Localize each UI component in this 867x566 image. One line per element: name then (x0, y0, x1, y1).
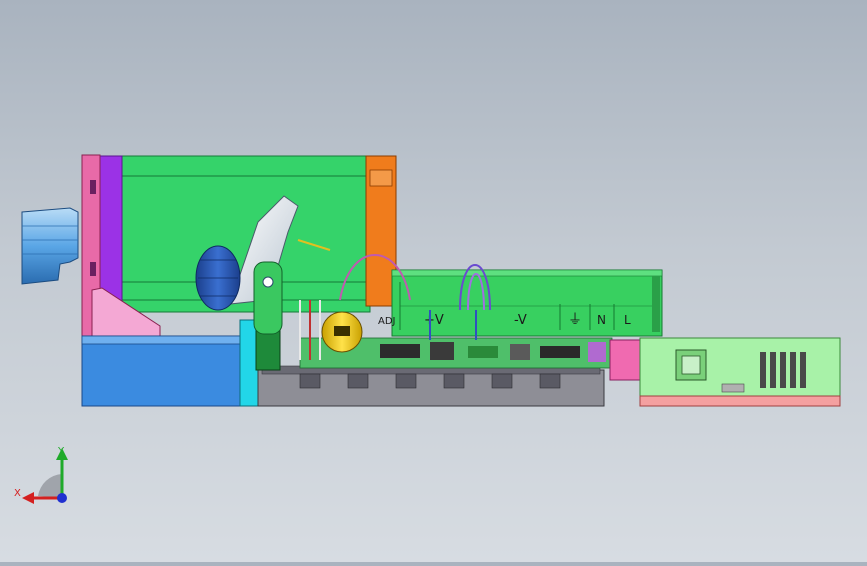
z-axis-dot (57, 493, 67, 503)
green-gear-block (255, 329, 281, 371)
label-minus-v: -V (514, 313, 527, 328)
blue-motor (195, 245, 241, 311)
pcb-tray (257, 365, 605, 407)
assembly-drawing: ADJ +V -V ⏚ N L Y X (14, 154, 841, 504)
label-adj: ADJ (378, 316, 396, 327)
label-neutral: N (597, 313, 606, 327)
label-line: L (624, 313, 631, 327)
blue-base (81, 335, 243, 407)
cad-viewport[interactable]: ADJ +V -V ⏚ N L Y X (0, 0, 867, 562)
triad-quadrant (38, 474, 62, 498)
axis-triad: Y X (14, 446, 68, 504)
x-axis-label: X (14, 488, 21, 499)
x-axis-arrowhead (22, 492, 34, 504)
capacitor (321, 311, 363, 353)
label-ground: ⏚ (568, 312, 582, 328)
purple-panel (99, 155, 123, 307)
cyan-post (239, 319, 259, 407)
pink-connector (609, 339, 641, 381)
y-axis-label: Y (57, 446, 65, 457)
left-knob (21, 207, 79, 285)
label-plus-v: +V (424, 313, 444, 328)
right-board (639, 337, 841, 407)
